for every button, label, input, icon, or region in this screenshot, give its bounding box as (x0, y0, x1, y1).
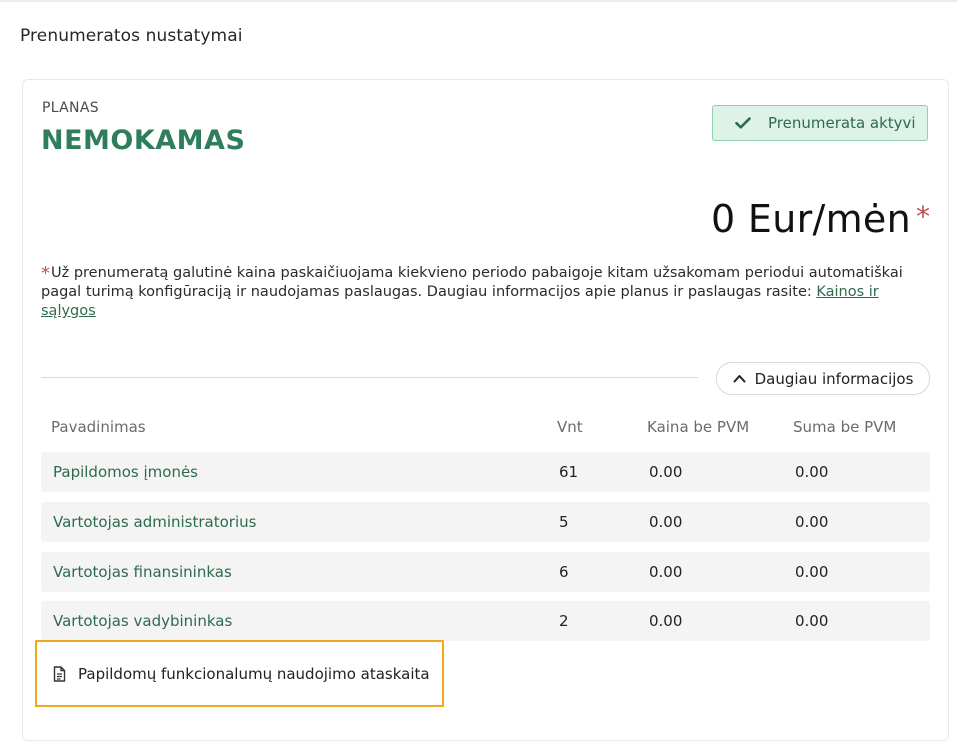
more-info-label: Daugiau informacijos (754, 369, 914, 388)
row-price: 0.00 (649, 463, 683, 481)
table-header: Pavadinimas Vnt Kaina be PVM Suma be PVM (41, 418, 930, 440)
table-row: Vartotojas vadybininkas 2 0.00 0.00 (41, 601, 930, 641)
row-name: Vartotojas administratorius (53, 513, 257, 531)
row-qty: 6 (559, 563, 569, 581)
column-header-qty: Vnt (557, 418, 583, 436)
usage-report-link[interactable]: Papildomų funkcionalumų naudojimo ataska… (35, 640, 444, 707)
usage-report-label: Papildomų funkcionalumų naudojimo ataska… (78, 664, 430, 683)
row-sum: 0.00 (795, 612, 829, 630)
plan-label: PLANAS (42, 100, 99, 116)
check-icon (735, 117, 751, 129)
note-text: Už prenumeratą galutinė kaina paskaičiuo… (41, 265, 903, 300)
chevron-up-icon (733, 374, 746, 383)
row-price: 0.00 (649, 513, 683, 531)
row-name: Vartotojas vadybininkas (53, 612, 233, 630)
column-header-price: Kaina be PVM (647, 418, 750, 436)
more-info-button[interactable]: Daugiau informacijos (716, 362, 930, 395)
page-title: Prenumeratos nustatymai (20, 26, 243, 46)
document-icon (53, 665, 66, 682)
plan-name: NEMOKAMAS (41, 125, 246, 156)
plan-price: 0 Eur/mėn (711, 197, 911, 241)
column-header-sum: Suma be PVM (793, 418, 897, 436)
status-text: Prenumerata aktyvi (768, 114, 916, 132)
note-asterisk: * (41, 263, 50, 284)
top-divider (0, 0, 957, 2)
status-badge: Prenumerata aktyvi (712, 105, 928, 141)
row-price: 0.00 (649, 612, 683, 630)
row-qty: 5 (559, 513, 569, 531)
price-asterisk: * (916, 200, 930, 233)
table-row: Papildomos įmonės 61 0.00 0.00 (41, 452, 930, 492)
row-price: 0.00 (649, 563, 683, 581)
column-header-name: Pavadinimas (51, 418, 146, 436)
section-divider (41, 377, 698, 378)
row-sum: 0.00 (795, 513, 829, 531)
row-qty: 2 (559, 612, 569, 630)
row-name: Papildomos įmonės (53, 463, 198, 481)
row-sum: 0.00 (795, 463, 829, 481)
table-row: Vartotojas administratorius 5 0.00 0.00 (41, 502, 930, 542)
row-sum: 0.00 (795, 563, 829, 581)
row-qty: 61 (559, 463, 579, 481)
table-row: Vartotojas finansininkas 6 0.00 0.00 (41, 552, 930, 592)
pricing-note: *Už prenumeratą galutinė kaina paskaičiu… (41, 264, 911, 321)
row-name: Vartotojas finansininkas (53, 563, 232, 581)
